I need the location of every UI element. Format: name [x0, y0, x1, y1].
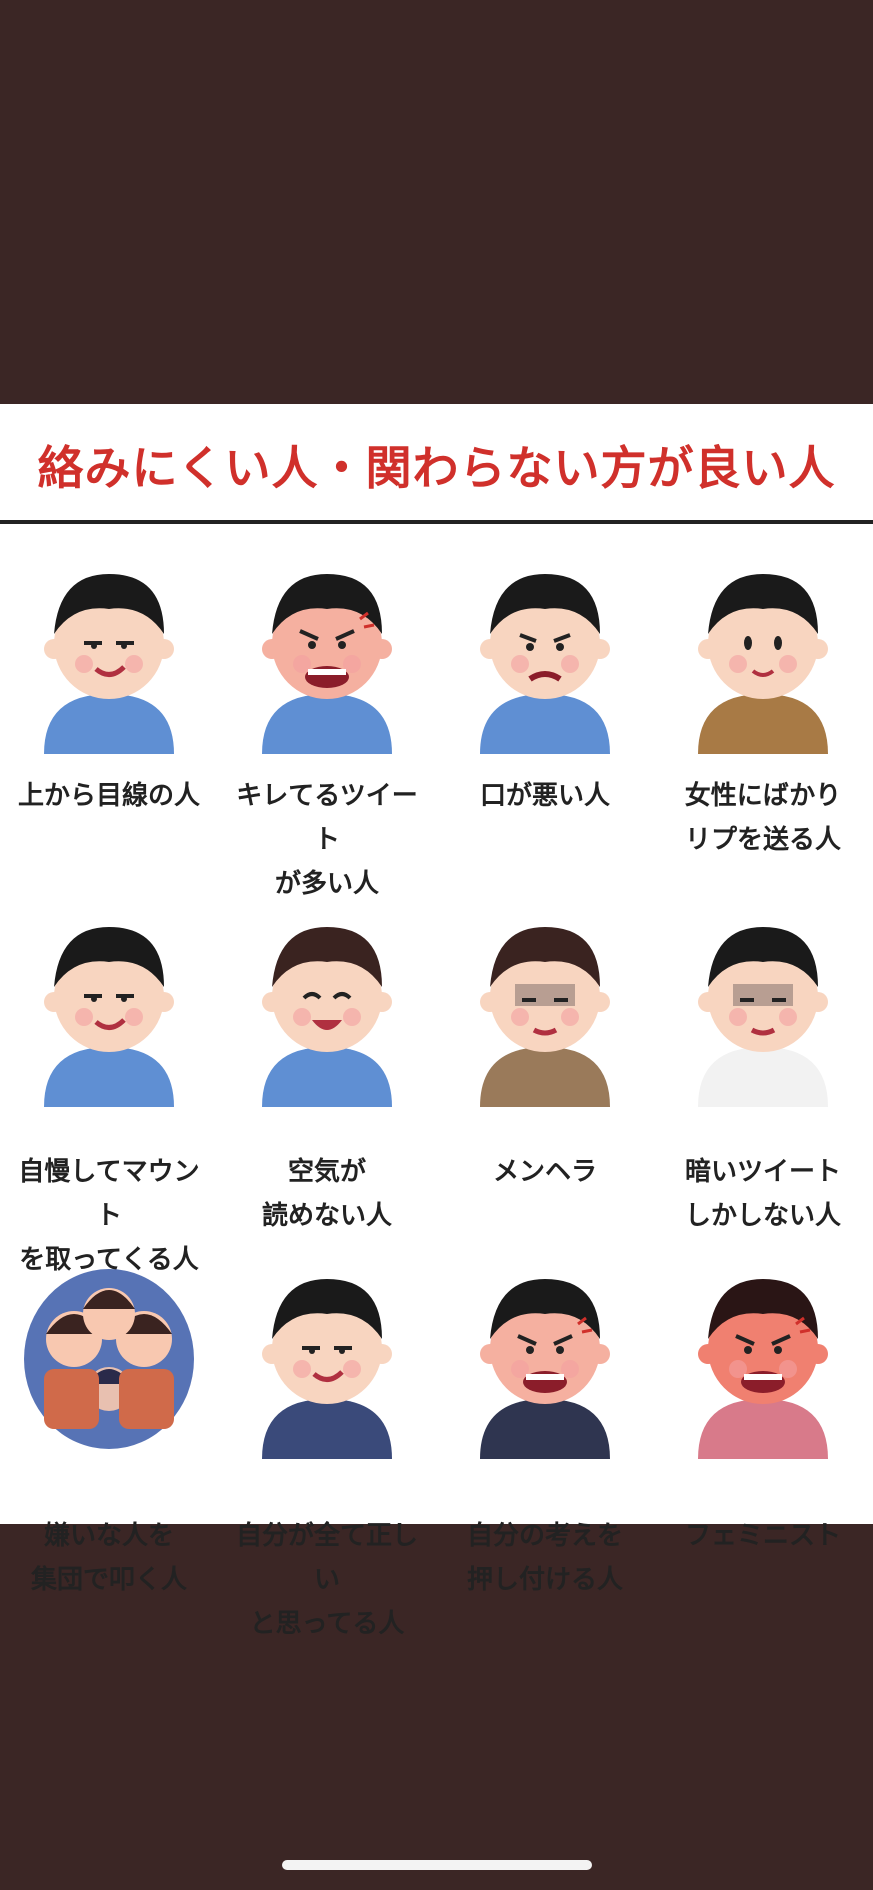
person-illustration — [242, 1244, 412, 1459]
illustration-item: 女性にばかり リプを送る人 — [654, 539, 872, 894]
person-illustration — [24, 1244, 194, 1459]
illustration-item: メンヘラ — [436, 892, 654, 1247]
title-divider — [0, 520, 873, 524]
person-illustration — [460, 892, 630, 1107]
person-illustration — [460, 1244, 630, 1459]
illustration-item: キレてるツイート が多い人 — [218, 539, 436, 899]
item-caption: 自分の考えを 押し付ける人 — [466, 1521, 623, 1595]
person-illustration — [24, 892, 194, 1107]
item-caption: 空気が 読めない人 — [261, 1157, 392, 1231]
item-caption: 女性にばかり リプを送る人 — [684, 781, 842, 855]
person-illustration — [678, 892, 848, 1107]
home-indicator[interactable] — [282, 1860, 592, 1870]
item-caption: メンヘラ — [492, 1157, 597, 1187]
person-illustration — [460, 539, 630, 754]
illustration-item: 自慢してマウント を取ってくる人 — [0, 892, 218, 1275]
illustration-item: 自分の考えを 押し付ける人 — [436, 1244, 654, 1599]
page-title: 絡みにくい人・関わらない方が良い人 — [37, 441, 836, 495]
person-illustration — [678, 1244, 848, 1459]
item-caption: フェミニスト — [684, 1521, 841, 1551]
illustration-item: 上から目線の人 — [0, 539, 218, 894]
person-illustration — [678, 539, 848, 754]
item-caption: 口が悪い人 — [479, 781, 610, 811]
illustration-item: フェミニスト — [654, 1244, 872, 1599]
illustration-item: 嫌いな人を 集団で叩く人 — [0, 1244, 218, 1599]
item-caption: 嫌いな人を 集団で叩く人 — [30, 1521, 187, 1595]
illustration-item: 空気が 読めない人 — [218, 892, 436, 1247]
person-illustration — [242, 892, 412, 1107]
item-caption: 上から目線の人 — [17, 781, 200, 811]
content-card: 絡みにくい人・関わらない方が良い人 上から目線の人 キレてるツイート が多い人 … — [0, 404, 873, 1639]
illustration-item: 自分が全て正しい と思ってる人 — [218, 1244, 436, 1639]
person-illustration — [24, 539, 194, 754]
item-caption: 自分が全て正しい と思ってる人 — [235, 1521, 418, 1639]
item-caption: 暗いツイート しかしない人 — [684, 1157, 841, 1231]
illustration-item: 口が悪い人 — [436, 539, 654, 894]
item-caption: キレてるツイート が多い人 — [236, 781, 418, 899]
illustration-item: 暗いツイート しかしない人 — [654, 892, 872, 1247]
person-illustration — [242, 539, 412, 754]
